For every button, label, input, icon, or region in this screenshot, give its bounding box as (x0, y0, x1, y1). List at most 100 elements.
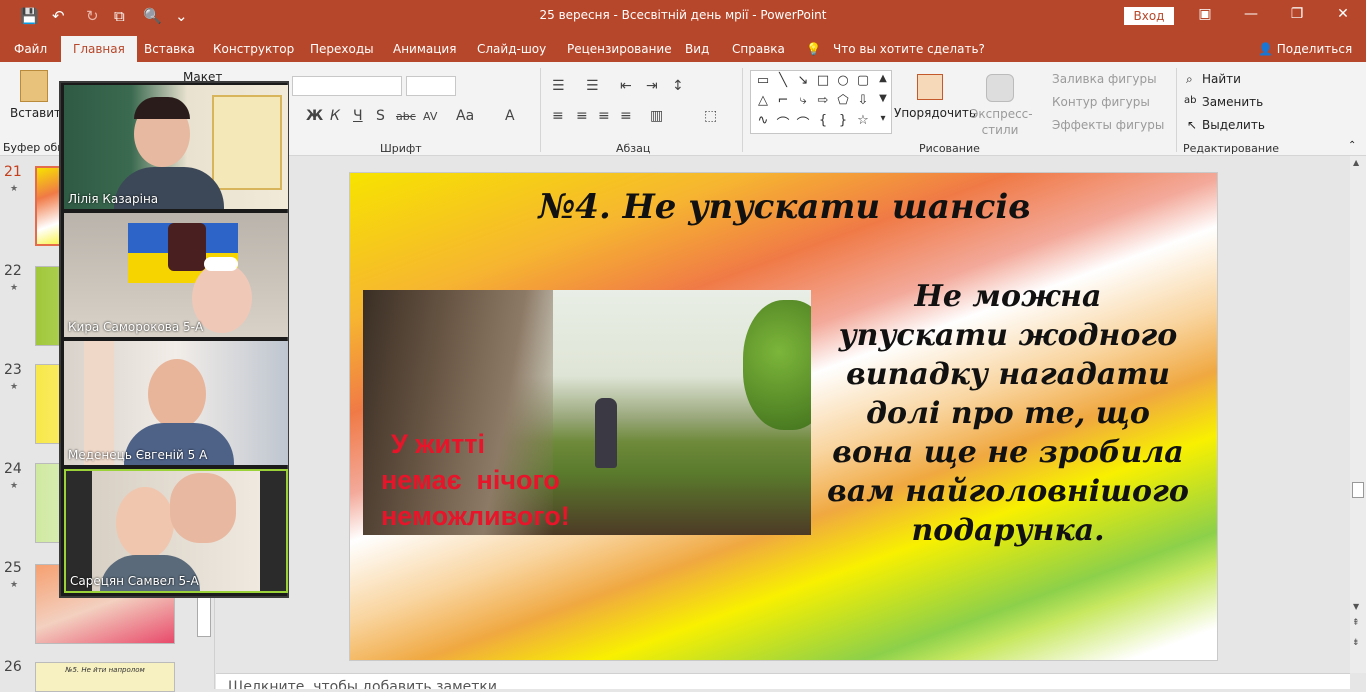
next-slide-icon[interactable]: ⇟ (1352, 638, 1360, 648)
tab-transitions[interactable]: Переходы (310, 42, 374, 56)
tab-home[interactable]: Главная (61, 36, 137, 62)
video-tile-active-speaker[interactable]: Сарецян Самвел 5-А (64, 469, 288, 593)
tab-review[interactable]: Рецензирование (567, 42, 672, 56)
signin-button[interactable]: Вход (1124, 7, 1174, 25)
find-button[interactable]: Найти (1202, 72, 1241, 86)
video-call-panel[interactable]: Лілія Казаріна Кира Саморокова 5-А Меден… (59, 81, 289, 598)
arrange-button[interactable]: Упорядочить (894, 106, 976, 120)
close-button[interactable]: ✕ (1328, 6, 1358, 22)
numbering-icon[interactable]: ☰ (586, 78, 599, 94)
select-icon[interactable]: ↖ (1187, 118, 1197, 132)
change-case-button[interactable]: Aa (456, 108, 474, 124)
tab-animations[interactable]: Анимация (393, 42, 456, 56)
slide-thumbnail-26[interactable]: №5. Не йти напролом (35, 662, 175, 692)
replace-button[interactable]: Заменить (1202, 95, 1263, 109)
tell-me-search[interactable]: Что вы хотите сделать? (833, 42, 985, 56)
replace-icon[interactable]: ab (1184, 95, 1196, 106)
shadow-button[interactable]: S (376, 108, 385, 124)
decrease-indent-icon[interactable]: ⇤ (620, 78, 632, 94)
gallery-more-icon[interactable]: ▾ (873, 113, 893, 124)
italic-button[interactable]: К (330, 108, 340, 124)
align-center-icon[interactable]: ≡ (576, 108, 588, 124)
slide-body-text[interactable]: Не можна упускати жодного випадку нагада… (822, 277, 1194, 550)
scroll-thumb[interactable] (1352, 482, 1364, 498)
shape-outline-button[interactable]: Контур фигуры (1052, 95, 1150, 109)
thumbnails-scrollbar[interactable] (197, 592, 211, 637)
tab-file[interactable]: Файл (14, 42, 47, 56)
align-left-icon[interactable]: ≡ (552, 108, 564, 124)
body-line: упускати жодного (838, 318, 1178, 353)
video-tile[interactable]: Кира Саморокова 5-А (64, 213, 288, 337)
align-right-icon[interactable]: ≡ (598, 108, 610, 124)
arc-shape-icon[interactable]: ⌒ (773, 113, 793, 132)
slide-scrollbar[interactable]: ▲ ▼ ⇞ ⇟ (1350, 156, 1366, 673)
textbox-shape-icon[interactable]: ▭ (753, 73, 773, 88)
line-shape-icon[interactable]: ╲ (773, 73, 793, 88)
columns-icon[interactable]: ▥ (650, 108, 663, 124)
scroll-down-icon[interactable]: ▼ (1353, 602, 1359, 611)
shape-effects-button[interactable]: Эффекты фигуры (1052, 118, 1164, 132)
font-size-combo[interactable] (406, 76, 456, 96)
select-button[interactable]: Выделить (1202, 118, 1265, 132)
quick-styles-icon[interactable] (986, 74, 1014, 102)
justify-icon[interactable]: ≡ (620, 108, 632, 124)
increase-indent-icon[interactable]: ⇥ (646, 78, 658, 94)
participant-hair (134, 97, 190, 119)
tab-help[interactable]: Справка (732, 42, 785, 56)
tab-view[interactable]: Вид (685, 42, 709, 56)
strikethrough-button[interactable]: abc (396, 109, 416, 125)
notes-pane[interactable]: Щелкните, чтобы добавить заметки (216, 673, 1350, 689)
quick-styles-button[interactable]: Экспресс-стили (970, 106, 1033, 138)
oval-shape-icon[interactable]: ○ (833, 73, 853, 88)
find-icon[interactable]: ⌕ (1186, 72, 1193, 87)
elbow-connector-icon[interactable]: ⌐ (773, 93, 793, 108)
line-spacing-icon[interactable]: ↕ (672, 78, 684, 94)
font-name-combo[interactable] (292, 76, 402, 96)
paste-icon[interactable] (20, 70, 48, 102)
slide-photo[interactable]: У житті немає нічого неможливого! (363, 290, 811, 535)
shape-fill-button[interactable]: Заливка фигуры (1052, 72, 1157, 86)
minimize-button[interactable]: — (1236, 6, 1266, 22)
shapes-gallery[interactable]: ▭ ╲ ↘ □ ○ ▢ △ ⌐ ⤷ ⇨ ⬠ ⇩ ∿ ⌒ ⌒ { } ☆ ▲ ▼ … (750, 70, 892, 134)
curve-shape-icon[interactable]: ⌒ (793, 113, 813, 132)
body-line: вам найголовнішого (827, 474, 1189, 509)
bullets-icon[interactable]: ☰ (552, 78, 565, 94)
tab-slideshow[interactable]: Слайд-шоу (477, 42, 546, 56)
star-shape-icon[interactable]: ☆ (853, 113, 873, 128)
char-spacing-button[interactable]: AV (423, 109, 437, 125)
video-tile[interactable]: Лілія Казаріна (64, 85, 288, 209)
previous-slide-icon[interactable]: ⇞ (1352, 618, 1360, 628)
gallery-down-icon[interactable]: ▼ (873, 93, 893, 104)
curved-connector-icon[interactable]: ⤷ (793, 93, 813, 108)
photo-caption-line: неможливого! (381, 501, 570, 531)
arrange-icon[interactable] (917, 74, 943, 100)
slide-canvas[interactable]: №4. Не упускати шансів У житті немає ніч… (349, 172, 1218, 661)
gallery-up-icon[interactable]: ▲ (873, 73, 893, 84)
triangle-shape-icon[interactable]: △ (753, 93, 773, 108)
rectangle-shape-icon[interactable]: □ (813, 73, 833, 88)
share-button[interactable]: 👤 Поделиться (1258, 42, 1352, 56)
right-brace-shape-icon[interactable]: } (833, 113, 853, 128)
editing-group-label: Редактирование (1183, 142, 1279, 155)
underline-button[interactable]: Ч (353, 108, 363, 124)
slide-title[interactable]: №4. Не упускати шансів (350, 187, 1217, 227)
flowchart-shape-icon[interactable]: ⇩ (853, 93, 873, 108)
freeform-shape-icon[interactable]: ∿ (753, 113, 773, 128)
scroll-up-icon[interactable]: ▲ (1353, 158, 1359, 167)
pentagon-shape-icon[interactable]: ⬠ (833, 93, 853, 108)
left-brace-shape-icon[interactable]: { (813, 113, 833, 128)
clipboard-group-label: Буфер обм (3, 141, 66, 154)
right-arrow-shape-icon[interactable]: ⇨ (813, 93, 833, 108)
collapse-ribbon-icon[interactable]: ⌃ (1348, 140, 1356, 151)
align-text-icon[interactable]: ⬚ (704, 108, 717, 124)
bold-button[interactable]: Ж (306, 108, 323, 124)
font-color-button[interactable]: A (505, 108, 515, 124)
rounded-rect-shape-icon[interactable]: ▢ (853, 73, 873, 88)
arrow-shape-icon[interactable]: ↘ (793, 73, 813, 88)
restore-button[interactable]: ❐ (1282, 6, 1312, 22)
tab-design[interactable]: Конструктор (213, 42, 294, 56)
tab-insert[interactable]: Вставка (144, 42, 195, 56)
thumb-number: 21 (4, 164, 22, 180)
video-tile[interactable]: Меденець Євгеній 5 А (64, 341, 288, 465)
ribbon-display-options-icon[interactable]: ▣ (1190, 6, 1220, 22)
